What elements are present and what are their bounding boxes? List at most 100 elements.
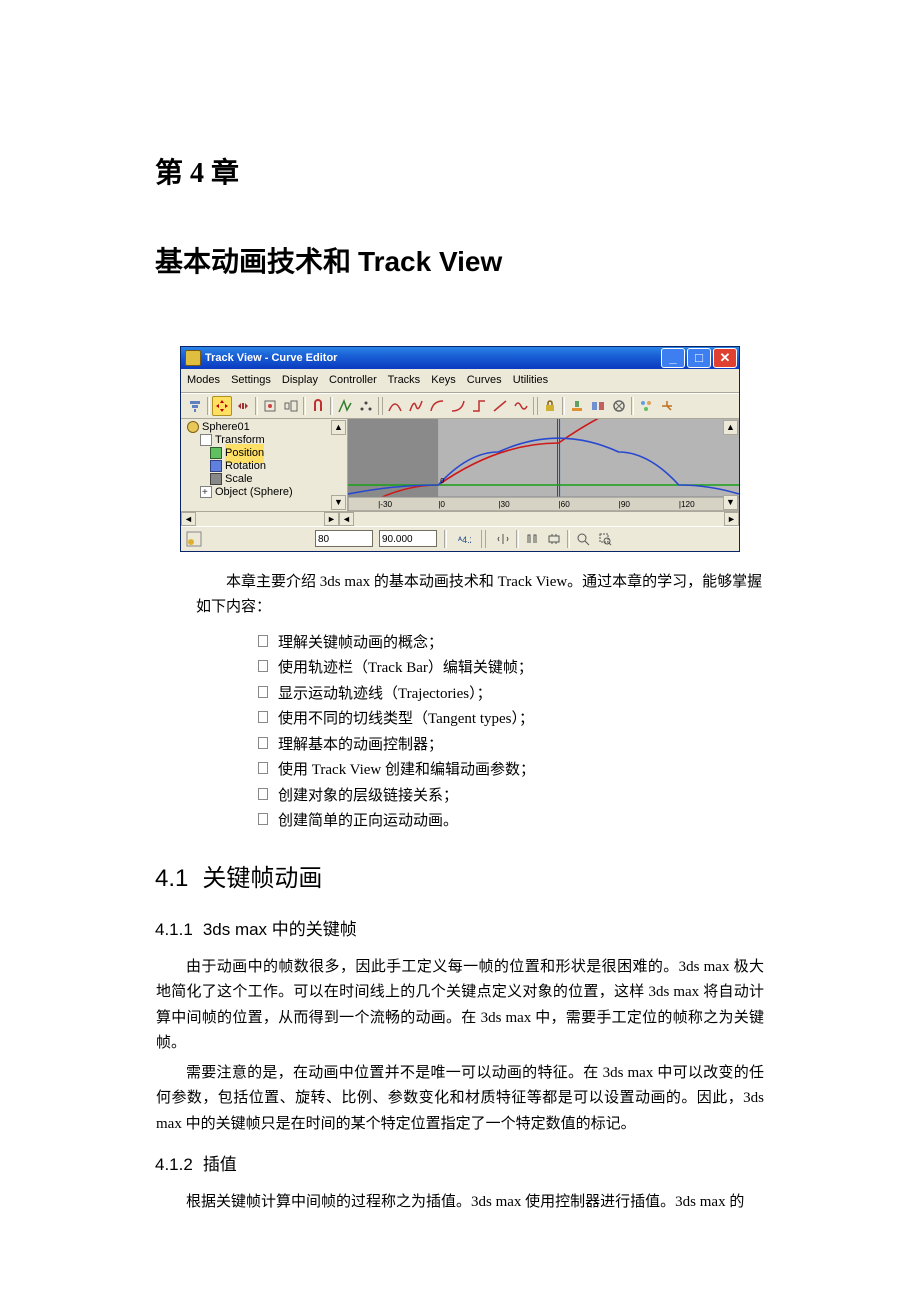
- window-titlebar[interactable]: Track View - Curve Editor _ □ ✕: [181, 347, 739, 369]
- curve-editor-pane[interactable]: ▲ |-30|0|30|60|90|120|10 ▼: [348, 419, 739, 511]
- tangent-smooth-icon[interactable]: [511, 396, 531, 416]
- menu-modes[interactable]: Modes: [187, 374, 220, 386]
- expand-icon[interactable]: [200, 486, 212, 498]
- list-item: 创建简单的正向运动动画。: [258, 809, 820, 835]
- tangent-slow-icon[interactable]: [448, 396, 468, 416]
- section-title: 关键帧动画: [202, 865, 322, 892]
- tangent-linear-icon[interactable]: [490, 396, 510, 416]
- options-icon[interactable]: [636, 396, 656, 416]
- window-title: Track View - Curve Editor: [205, 349, 657, 368]
- subsection-number: 4.1.1: [155, 920, 193, 939]
- list-item: 理解关键帧动画的概念；: [258, 631, 820, 657]
- show-tangents-icon[interactable]: [567, 396, 587, 416]
- zoom-region-icon[interactable]: [595, 529, 615, 549]
- chapter-intro: 本章主要介绍 3ds max 的基本动画技术和 Track View。通过本章的…: [196, 570, 764, 621]
- zoom-horiz-icon[interactable]: [522, 529, 542, 549]
- section-4-1-1-heading: 4.1.1 3ds max 中的关键帧: [155, 916, 820, 945]
- move-key-icon[interactable]: [212, 396, 232, 416]
- body-paragraph: 由于动画中的帧数很多，因此手工定义每一帧的位置和形状是很困难的。3ds max …: [156, 955, 764, 1057]
- menu-controller[interactable]: Controller: [329, 374, 377, 386]
- section-4-1-heading: 4.1 关键帧动画: [155, 859, 820, 900]
- list-item: 显示运动轨迹线（Trajectories）；: [258, 682, 820, 708]
- chapter-number: 第 4 章: [155, 150, 820, 198]
- tree-scroll-down[interactable]: ▼: [331, 495, 346, 510]
- tangent-step-icon[interactable]: [469, 396, 489, 416]
- reduce-keys-icon[interactable]: [356, 396, 376, 416]
- subsection-title: 3ds max 中的关键帧: [203, 920, 357, 939]
- show-keyable-icon[interactable]: [588, 396, 608, 416]
- subsection-number: 4.1.2: [155, 1155, 193, 1174]
- svg-text:|120: |120: [679, 500, 695, 509]
- region-icon[interactable]: [609, 396, 629, 416]
- menu-utilities[interactable]: Utilities: [513, 374, 548, 386]
- minimize-button[interactable]: _: [661, 348, 685, 368]
- menu-display[interactable]: Display: [282, 374, 318, 386]
- snap-icon[interactable]: [308, 396, 328, 416]
- hierarchy-tree[interactable]: ▲ Sphere01 Transform Position Rotation S…: [181, 419, 348, 511]
- subsection-title: 插值: [203, 1155, 237, 1174]
- close-button[interactable]: ✕: [713, 348, 737, 368]
- status-bar: 80 90.000 ᴬ4.2: [181, 526, 739, 551]
- curve-scroll-up[interactable]: ▲: [723, 420, 738, 435]
- lock-icon[interactable]: [540, 396, 560, 416]
- section-number: 4.1: [155, 865, 188, 892]
- list-item: 使用 Track View 创建和编辑动画参数；: [258, 758, 820, 784]
- svg-text:|60: |60: [559, 500, 571, 509]
- filter-icon[interactable]: [185, 396, 205, 416]
- app-icon: [185, 350, 201, 366]
- menu-settings[interactable]: Settings: [231, 374, 271, 386]
- svg-text:|30: |30: [498, 500, 510, 509]
- tree-item[interactable]: Object (Sphere): [215, 483, 293, 502]
- menu-tracks[interactable]: Tracks: [388, 374, 421, 386]
- svg-text:|0: |0: [438, 500, 445, 509]
- body-paragraph: 根据关键帧计算中间帧的过程称之为插值。3ds max 使用控制器进行插值。3ds…: [156, 1190, 764, 1216]
- tangent-auto-icon[interactable]: [385, 396, 405, 416]
- sphere-node-icon: [187, 421, 199, 433]
- tangent-fast-icon[interactable]: [427, 396, 447, 416]
- document-page: 第 4 章 基本动画技术和 Track View Track View - Cu…: [0, 0, 920, 1302]
- svg-text:0: 0: [440, 477, 444, 485]
- value-input[interactable]: 90.000: [379, 530, 437, 547]
- slide-key-icon[interactable]: [233, 396, 253, 416]
- tree-hscroll-right[interactable]: ►: [324, 512, 339, 526]
- svg-text:ᴬ4.2: ᴬ4.2: [457, 535, 471, 545]
- curve-hscroll-right[interactable]: ►: [724, 512, 739, 526]
- zoom-extents-icon[interactable]: [544, 529, 564, 549]
- main-toolbar: [181, 393, 739, 419]
- lookup-icon[interactable]: ᴬ4.2: [454, 529, 474, 549]
- tree-scroll-up[interactable]: ▲: [331, 420, 346, 435]
- chapter-title-cn: 基本动画技术和: [155, 247, 358, 278]
- svg-text:|-30: |-30: [378, 500, 393, 509]
- maximize-button[interactable]: □: [687, 348, 711, 368]
- list-item: 使用轨迹栏（Track Bar）编辑关键帧；: [258, 656, 820, 682]
- track-selection-icon[interactable]: [185, 530, 203, 548]
- menu-curves[interactable]: Curves: [467, 374, 502, 386]
- trackview-window: Track View - Curve Editor _ □ ✕ Modes Se…: [180, 346, 740, 552]
- curve-hscroll-left[interactable]: ◄: [339, 512, 354, 526]
- list-item: 使用不同的切线类型（Tangent types）；: [258, 707, 820, 733]
- chapter-title: 基本动画技术和 Track View: [155, 238, 820, 287]
- transform-node-icon: [200, 434, 212, 446]
- menu-bar[interactable]: Modes Settings Display Controller Tracks…: [181, 369, 739, 393]
- curve-scroll-down[interactable]: ▼: [723, 495, 738, 510]
- scale-key-icon[interactable]: [281, 396, 301, 416]
- list-item: 创建对象的层级链接关系；: [258, 784, 820, 810]
- frame-input[interactable]: 80: [315, 530, 373, 547]
- svg-text:|90: |90: [619, 500, 631, 509]
- tree-hscroll-left[interactable]: ◄: [181, 512, 196, 526]
- rotation-node-icon: [210, 460, 222, 472]
- zoom-icon[interactable]: [573, 529, 593, 549]
- menu-keys[interactable]: Keys: [431, 374, 455, 386]
- list-item: 理解基本的动画控制器；: [258, 733, 820, 759]
- tangent-custom-icon[interactable]: [406, 396, 426, 416]
- objectives-list: 理解关键帧动画的概念； 使用轨迹栏（Track Bar）编辑关键帧； 显示运动轨…: [258, 631, 820, 835]
- section-4-1-2-heading: 4.1.2 插值: [155, 1151, 820, 1180]
- horizontal-scrollbars: ◄ ► ◄ ►: [181, 511, 739, 526]
- add-key-icon[interactable]: [260, 396, 280, 416]
- options2-icon[interactable]: [657, 396, 677, 416]
- body-paragraph: 需要注意的是，在动画中位置并不是唯一可以动画的特征。在 3ds max 中可以改…: [156, 1061, 764, 1138]
- position-node-icon: [210, 447, 222, 459]
- chapter-title-en: Track View: [358, 246, 502, 277]
- param-curve-icon[interactable]: [335, 396, 355, 416]
- pan-icon[interactable]: [493, 529, 513, 549]
